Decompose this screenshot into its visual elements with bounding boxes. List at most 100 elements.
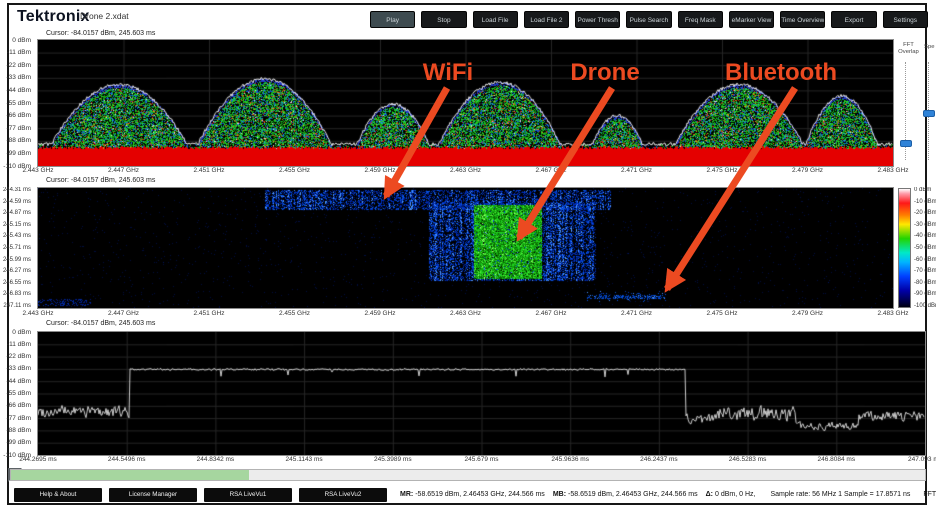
colorbar-tick-label: -50 dBm: [914, 245, 936, 251]
spectrogram-freq-tick-label: 2.459 GHz: [364, 310, 395, 317]
spectrum-y-tick-label: -88 dBm: [0, 137, 34, 144]
toolbar-button-export[interactable]: Export: [831, 11, 876, 28]
colorbar-tick-label: 0 dBm: [914, 187, 931, 193]
power-time-tick-label: 246.5283 ms: [729, 456, 767, 463]
fft-overlap-slider-track[interactable]: [905, 62, 906, 160]
marker-value: -58.6519 dBm, 2.46453 GHz, 244.566 ms: [568, 491, 698, 498]
toolbar-button-freq-mask[interactable]: Freq Mask: [678, 11, 723, 28]
spectrogram-plot[interactable]: [38, 188, 893, 308]
spectrum-y-tick-label: -99 dBm: [0, 150, 34, 157]
power-time-tick-label: 244.8342 ms: [197, 456, 235, 463]
spectrogram-freq-tick-label: 2.463 GHz: [450, 310, 481, 317]
spectrum-y-tick-label: -55 dBm: [0, 100, 34, 107]
toolbar-button-load-file[interactable]: Load File: [473, 11, 518, 28]
marker-label: MB:: [553, 491, 566, 498]
power-y-axis: 0 dBm-11 dBm-22 dBm-33 dBm-44 dBm-55 dBm…: [0, 332, 34, 455]
colorbar-axis: 0 dBm -10 dBm -20 dBm -30 dBm -40 dBm -50 dBm…: [914, 188, 936, 308]
toolbar-button-emarker-view[interactable]: eMarker View: [729, 11, 774, 28]
time-pan-fill[interactable]: [11, 470, 249, 480]
toolbar-button-time-overview[interactable]: Time Overview: [780, 11, 825, 28]
spectrogram-time-tick-label: 246.83 ms: [0, 291, 34, 297]
toolbar-button-play[interactable]: Play: [370, 11, 415, 28]
power-y-tick-label: 0 dBm: [0, 329, 34, 336]
time-pan-bar[interactable]: [10, 469, 926, 481]
colorbar-tick-label: -30 dBm: [914, 222, 936, 228]
spectrogram-freq-tick-label: 2.475 GHz: [706, 310, 737, 317]
toolbar-button-stop[interactable]: Stop: [421, 11, 466, 28]
spectrogram-time-tick-label: 244.31 ms: [0, 187, 34, 193]
fft-overlap-slider-handle[interactable]: [900, 140, 912, 147]
power-vs-time-plot[interactable]: [38, 332, 925, 455]
power-time-tick-label: 245.3989 ms: [374, 456, 412, 463]
power-time-tick-label: 246.2437 ms: [640, 456, 678, 463]
statusbar-button-rsa-livevu2[interactable]: RSA LiveVu2: [299, 488, 387, 502]
spectrogram-freq-tick-label: 2.467 GHz: [535, 310, 566, 317]
colorbar: [898, 188, 911, 308]
power-y-tick-label: -66 dBm: [0, 402, 34, 409]
power-time-tick-label: 245.679 ms: [465, 456, 499, 463]
spectrum-freq-tick-label: 2.483 GHz: [877, 167, 908, 174]
status-bar: Help & About License Manager RSA LiveVu1 RS…: [14, 486, 928, 503]
spectrum-y-tick-label: -11 dBm: [0, 49, 34, 56]
power-y-tick-label: -11 dBm: [0, 341, 34, 348]
spectrogram-time-tick-label: 246.55 ms: [0, 280, 34, 286]
spectrum-y-tick-label: -33 dBm: [0, 74, 34, 81]
spectrogram-time-tick-label: 245.43 ms: [0, 233, 34, 239]
spectrum-freq-tick-label: 2.459 GHz: [364, 167, 395, 174]
spectrum-freq-tick-label: 2.467 GHz: [535, 167, 566, 174]
power-time-tick-label: 247.093 ms: [908, 456, 936, 463]
spectrum-freq-tick-label: 2.443 GHz: [22, 167, 53, 174]
spectrum-plot[interactable]: [38, 40, 893, 166]
slider-panel: FFT Overlap Spe: [894, 40, 935, 166]
colorbar-tick-label: -10 dBm: [914, 199, 936, 205]
spectrum-freq-tick-label: 2.447 GHz: [108, 167, 139, 174]
colorbar-tick-label: -90 dBm: [914, 291, 936, 297]
toolbar-button-pulse-search[interactable]: Pulse Search: [626, 11, 671, 28]
power-time-tick-label: 245.1143 ms: [286, 456, 323, 463]
power-y-tick-label: -44 dBm: [0, 378, 34, 385]
spectrogram-freq-tick-label: 2.479 GHz: [792, 310, 823, 317]
spectrum-freq-tick-label: 2.475 GHz: [706, 167, 737, 174]
speed-slider-handle[interactable]: [923, 110, 935, 117]
speed-slider-track[interactable]: [928, 62, 929, 160]
statusbar-button-license-manager[interactable]: License Manager: [109, 488, 197, 502]
power-time-tick-label: 244.2695 ms: [19, 456, 57, 463]
power-time-tick-label: 245.9636 ms: [551, 456, 589, 463]
spectrum-y-tick-label: 0 dBm: [0, 37, 34, 44]
power-y-tick-label: -99 dBm: [0, 439, 34, 446]
colorbar-tick-label: -20 dBm: [914, 210, 936, 216]
power-y-tick-label: -77 dBm: [0, 415, 34, 422]
colorbar-tick-label: -40 dBm: [914, 233, 936, 239]
spectrum-freq-tick-label: 2.479 GHz: [792, 167, 823, 174]
spectrum-freq-tick-label: 2.471 GHz: [621, 167, 652, 174]
colorbar-tick-label: -100 dBm: [914, 303, 936, 309]
colorbar-tick-label: -80 dBm: [914, 280, 936, 286]
spectrum-y-tick-label: -77 dBm: [0, 125, 34, 132]
speed-slider-label: Spe: [924, 44, 934, 50]
colorbar-tick-label: -70 dBm: [914, 268, 936, 274]
marker-value: 0 dBm, 0 Hz,: [715, 491, 755, 498]
spectrogram-freq-tick-label: 2.471 GHz: [621, 310, 652, 317]
toolbar-button-power-thresh[interactable]: Power Thresh: [575, 11, 620, 28]
toolbar-button-load-file-2[interactable]: Load File 2: [524, 11, 569, 28]
toolbar: Play Stop Load File Load File 2 Power Thresh…: [370, 11, 928, 28]
statusbar-button-help-about[interactable]: Help & About: [14, 488, 102, 502]
cursor-readout-power: Cursor: -84.0157 dBm, 245.603 ms: [46, 320, 155, 327]
file-title: Drone 2.xdat: [80, 11, 129, 21]
marker-readouts: MR: -58.6519 dBm, 2.46453 GHz, 244.566 ms…: [394, 491, 757, 498]
fft-overlap-label: FFT Overlap:: [923, 491, 936, 498]
marker-label: MR:: [400, 491, 413, 498]
spectrum-freq-tick-label: 2.463 GHz: [450, 167, 481, 174]
spectrum-x-axis: 2.443 GHz2.447 GHz2.451 GHz2.455 GHz2.45…: [38, 167, 893, 177]
toolbar-button-settings[interactable]: Settings: [883, 11, 928, 28]
spectrogram-time-tick-label: 245.99 ms: [0, 257, 34, 263]
spectrum-y-tick-label: -66 dBm: [0, 112, 34, 119]
power-time-tick-label: 244.5496 ms: [108, 456, 146, 463]
spectrogram-time-axis: 244.31 ms244.59 ms244.87 ms245.15 ms245.…: [0, 188, 34, 308]
statusbar-button-rsa-livevu1[interactable]: RSA LiveVu1: [204, 488, 292, 502]
spectrum-y-tick-label: -22 dBm: [0, 62, 34, 69]
cursor-readout-spectrogram: Cursor: -84.0157 dBm, 245.603 ms: [46, 177, 155, 184]
spectrogram-freq-tick-label: 2.483 GHz: [877, 310, 908, 317]
power-y-tick-label: -33 dBm: [0, 365, 34, 372]
fft-overlap-slider-label: FFT Overlap: [895, 42, 922, 56]
